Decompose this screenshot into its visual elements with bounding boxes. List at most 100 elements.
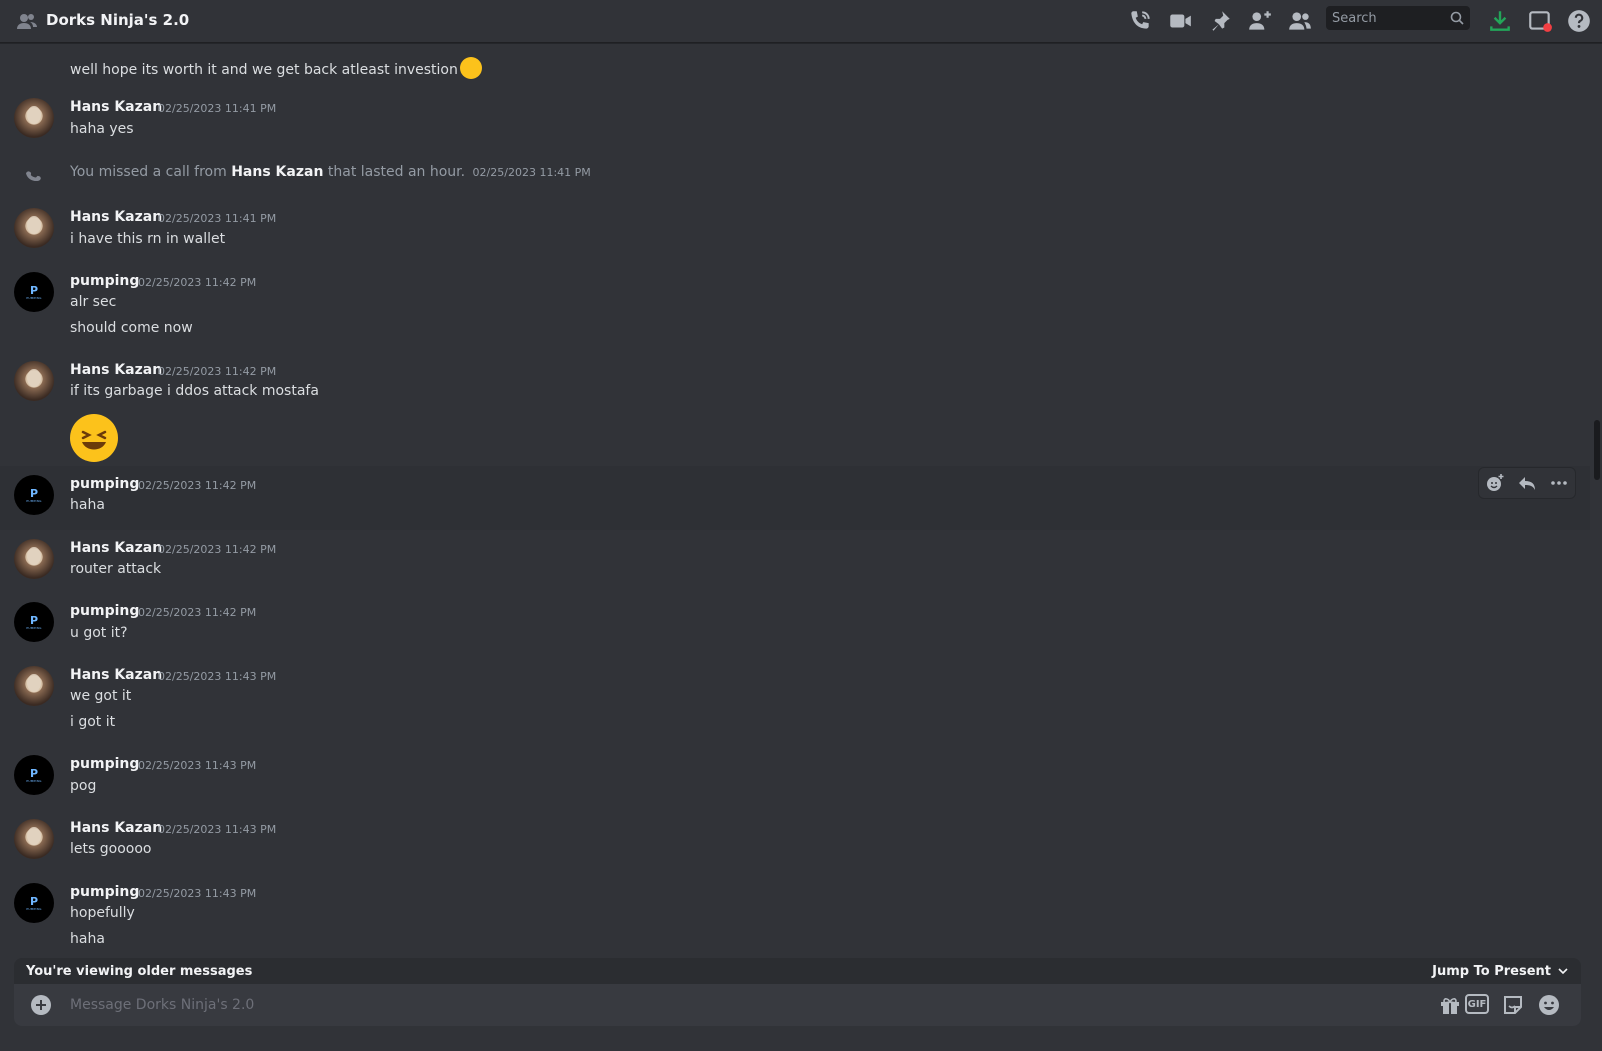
scrollbar-thumb[interactable] (1594, 420, 1600, 480)
message-list: sent well hope its worth it and we get b… (0, 43, 1590, 958)
start-voice-call-icon[interactable] (1127, 8, 1153, 34)
message-text: well hope its worth it and we get back a… (70, 57, 482, 79)
timestamp: 02/25/2023 11:42 PM (158, 365, 277, 378)
username[interactable]: Hans Kazan (70, 540, 162, 556)
emoji-picker-icon[interactable] (1537, 993, 1561, 1017)
avatar-hans-kazan[interactable] (14, 539, 54, 579)
avatar-pumping[interactable]: P PUMPING (14, 883, 54, 923)
timestamp: 02/25/2023 11:42 PM (138, 479, 257, 492)
message-text: haha yes (70, 121, 134, 137)
add-friends-to-dm-icon[interactable] (1247, 8, 1273, 34)
avatar-hans-kazan[interactable] (14, 666, 54, 706)
username[interactable]: Hans Kazan (70, 209, 162, 225)
start-video-call-icon[interactable] (1167, 8, 1193, 34)
timestamp: 02/25/2023 11:43 PM (158, 823, 277, 836)
call-suffix: that lasted an hour. (327, 164, 466, 180)
avatar-sub: PUMPING (26, 295, 42, 300)
message-text: if its garbage i ddos attack mostafa (70, 383, 319, 399)
call-system-message: You missed a call from Hans Kazan that l… (70, 164, 591, 180)
avatar-letter: P (29, 283, 39, 297)
sticker-icon[interactable] (1501, 993, 1525, 1017)
username[interactable]: Hans Kazan (70, 667, 162, 683)
gif-icon[interactable]: GIF (1465, 994, 1489, 1014)
avatar-sub: PUMPING (26, 906, 42, 911)
help-icon[interactable] (1566, 8, 1592, 34)
pinned-messages-icon[interactable] (1207, 8, 1233, 34)
more-options-icon[interactable] (1549, 473, 1569, 493)
timestamp: 02/25/2023 11:41 PM (158, 102, 277, 115)
message-input[interactable] (70, 994, 1370, 1016)
message-text: lets gooooo (70, 841, 152, 857)
inbox-icon[interactable] (1527, 8, 1553, 34)
timestamp: 02/25/2023 11:43 PM (138, 759, 257, 772)
group-dm-icon (17, 14, 37, 29)
message-text: u got it? (70, 625, 128, 641)
avatar-sub: PUMPING (26, 498, 42, 503)
message-text: i got it (70, 714, 116, 730)
channel-title: Dorks Ninja's 2.0 (46, 11, 190, 29)
message-text: router attack (70, 561, 162, 577)
missed-call-icon (26, 171, 41, 182)
message-text: should come now (70, 320, 193, 336)
username[interactable]: Hans Kazan (70, 362, 162, 378)
search-input[interactable] (1332, 10, 1450, 26)
avatar-hans-kazan[interactable] (14, 208, 54, 248)
username[interactable]: pumping (70, 756, 139, 772)
username[interactable]: pumping (70, 273, 139, 289)
upload-plus-icon[interactable] (30, 994, 52, 1016)
message-actions-toolbar (1478, 467, 1576, 499)
scrollbar-track[interactable] (1594, 43, 1600, 958)
message-text: sent (70, 43, 100, 47)
avatar-hans-kazan[interactable] (14, 98, 54, 138)
reply-icon[interactable] (1517, 473, 1537, 493)
message-text-content: well hope its worth it and we get back a… (70, 62, 458, 78)
older-messages-banner: You're viewing older messages Jump To Pr… (14, 958, 1581, 984)
avatar-sub: PUMPING (26, 625, 42, 630)
timestamp: 02/25/2023 11:41 PM (472, 166, 591, 179)
username[interactable]: Hans Kazan (70, 820, 162, 836)
call-username[interactable]: Hans Kazan (231, 164, 323, 180)
avatar-letter: P (29, 766, 39, 780)
grinning-emoji-icon (459, 57, 482, 79)
gift-icon[interactable] (1438, 993, 1462, 1017)
avatar-letter: P (29, 894, 39, 908)
hovered-message-row (0, 466, 1590, 530)
message-text: haha (70, 497, 105, 513)
avatar-letter: P (29, 613, 39, 627)
username[interactable]: Hans Kazan (70, 99, 162, 115)
avatar-sub: PUMPING (26, 778, 42, 783)
timestamp: 02/25/2023 11:42 PM (158, 543, 277, 556)
message-composer: GIF (14, 984, 1581, 1026)
avatar-hans-kazan[interactable] (14, 819, 54, 859)
message-text: pog (70, 778, 97, 794)
download-apps-icon[interactable] (1487, 8, 1513, 34)
message-text: i have this rn in wallet (70, 231, 226, 247)
avatar-hans-kazan[interactable] (14, 361, 54, 401)
avatar-pumping[interactable]: P PUMPING (14, 475, 54, 515)
avatar-letter: P (29, 486, 39, 500)
add-reaction-icon[interactable] (1485, 473, 1505, 493)
avatar-pumping[interactable]: P PUMPING (14, 602, 54, 642)
timestamp: 02/25/2023 11:42 PM (138, 606, 257, 619)
bottom-strip (0, 1040, 1602, 1051)
member-list-icon[interactable] (1287, 8, 1313, 34)
message-text: haha (70, 931, 105, 947)
gif-label: GIF (1467, 998, 1487, 1010)
search-box[interactable] (1326, 6, 1470, 30)
username[interactable]: pumping (70, 884, 139, 900)
jump-to-present-button[interactable]: Jump To Present (1432, 964, 1569, 979)
timestamp: 02/25/2023 11:43 PM (158, 670, 277, 683)
username[interactable]: pumping (70, 476, 139, 492)
timestamp: 02/25/2023 11:43 PM (138, 887, 257, 900)
older-messages-text: You're viewing older messages (26, 963, 253, 979)
timestamp: 02/25/2023 11:42 PM (138, 276, 257, 289)
call-prefix: You missed a call from (70, 164, 227, 180)
chevron-down-icon (1558, 968, 1568, 975)
message-text: hopefully (70, 905, 135, 921)
username[interactable]: pumping (70, 603, 139, 619)
timestamp: 02/25/2023 11:41 PM (158, 212, 277, 225)
search-icon (1450, 11, 1464, 25)
avatar-pumping[interactable]: P PUMPING (14, 755, 54, 795)
channel-header: Dorks Ninja's 2.0 (0, 0, 1602, 43)
avatar-pumping[interactable]: P PUMPING (14, 272, 54, 312)
